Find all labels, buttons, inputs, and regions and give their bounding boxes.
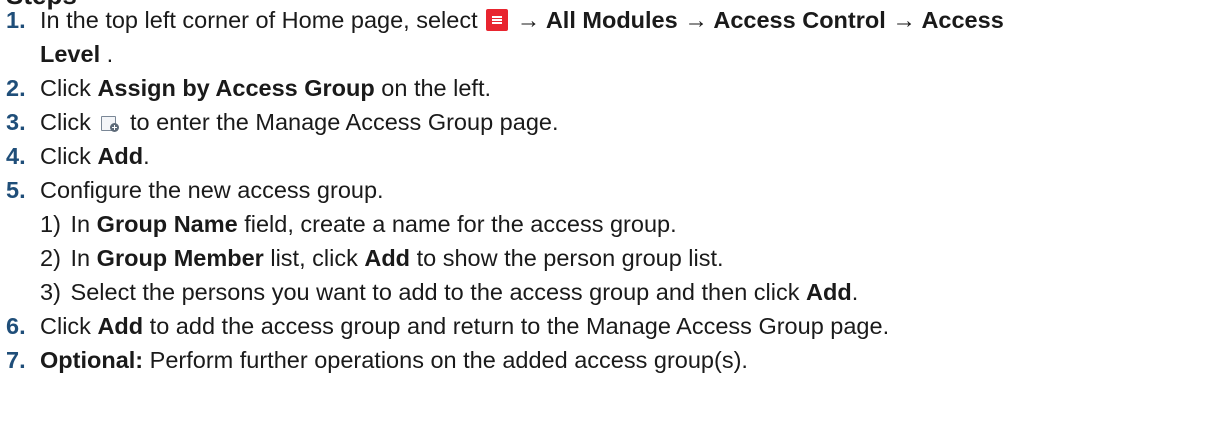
- add-access-group-icon: [100, 115, 120, 133]
- step-text: Perform further operations on the added …: [149, 347, 748, 373]
- menu-icon: [486, 9, 509, 31]
- step-text: on the left.: [381, 75, 492, 101]
- substep-text: list, click: [270, 245, 358, 271]
- step-number: 5.: [6, 177, 26, 203]
- step-number: 4.: [6, 143, 26, 169]
- step-text: Click: [40, 75, 91, 101]
- step-number: 1.: [6, 7, 26, 33]
- step-keyword: Optional:: [40, 347, 144, 373]
- substep-text: In: [70, 245, 91, 271]
- step-text: Configure the new access group.: [40, 177, 384, 203]
- step-2: 2. Click Assign by Access Group on the le…: [0, 72, 1205, 106]
- step-number: 3.: [6, 109, 26, 135]
- step-4: 4. Click Add.: [0, 140, 1205, 174]
- step-number: 2.: [6, 75, 26, 101]
- substep-text: .: [851, 279, 859, 305]
- step-path-end: Level: [40, 41, 101, 67]
- step-keyword: Assign by Access Group: [97, 75, 375, 101]
- substep-text: to show the person group list.: [416, 245, 724, 271]
- substep-1: 1) In Group Name field, create a name fo…: [40, 208, 677, 242]
- substep-keyword: Add: [364, 245, 411, 271]
- substep-number: 2): [40, 245, 61, 271]
- step-1: 1. In the top left corner of Home page, s…: [0, 4, 1205, 38]
- step-text: In the top left corner of Home page, sel…: [40, 7, 478, 33]
- step-path: → All Modules → Access Control → Access: [516, 7, 1004, 33]
- step-text: Click: [40, 109, 91, 135]
- step-text: Click: [40, 313, 91, 339]
- substep-text: field, create a name for the access grou…: [244, 211, 677, 237]
- substep-number: 3): [40, 279, 61, 305]
- step-text: .: [106, 41, 114, 67]
- step-text: .: [143, 143, 150, 169]
- substep-text: In: [70, 211, 91, 237]
- step-3: 3. Click to enter the Manage Access Group…: [0, 106, 1205, 140]
- step-text: Click: [40, 143, 91, 169]
- substep-keyword: Group Member: [96, 245, 264, 271]
- step-7: 7. Optional: Perform further operations o…: [0, 344, 1205, 378]
- substep-number: 1): [40, 211, 61, 237]
- step-keyword: Add: [97, 143, 144, 169]
- substep-keyword: Group Name: [96, 211, 238, 237]
- step-number: 7.: [6, 347, 26, 373]
- step-text: to add the access group and return to th…: [149, 313, 890, 339]
- step-1-continuation: Level .: [0, 38, 1211, 72]
- step-text: to enter the Manage Access Group page.: [129, 109, 559, 135]
- step-6: 6. Click Add to add the access group and …: [0, 310, 1205, 344]
- substep-keyword: Add: [806, 279, 852, 305]
- step-number: 6.: [6, 313, 26, 339]
- substep-text: Select the persons you want to add to th…: [70, 279, 800, 305]
- substep-2: 2) In Group Member list, click Add to sh…: [40, 242, 724, 276]
- step-5: 5. Configure the new access group.: [0, 174, 1205, 208]
- substep-3: 3) Select the persons you want to add to…: [40, 276, 858, 310]
- step-keyword: Add: [97, 313, 144, 339]
